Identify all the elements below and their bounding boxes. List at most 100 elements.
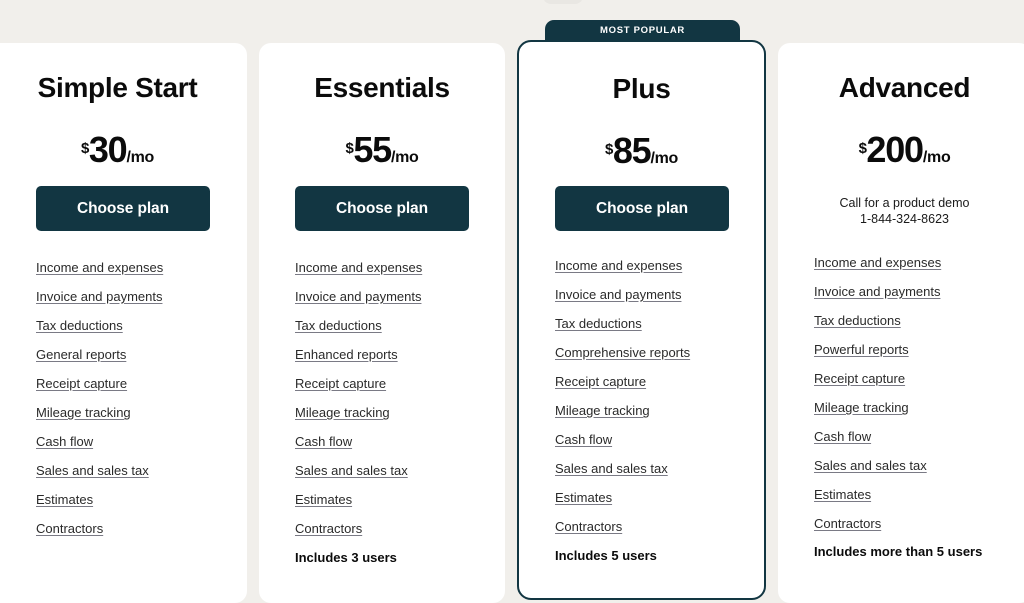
feature-link[interactable]: Invoice and payments	[814, 284, 940, 299]
list-item: Mileage tracking	[555, 403, 690, 432]
demo-phone-number[interactable]: 1-844-324-8623	[778, 211, 1024, 227]
feature-link[interactable]: Estimates	[555, 490, 612, 505]
feature-link[interactable]: Invoice and payments	[36, 289, 162, 304]
feature-link[interactable]: Income and expenses	[814, 255, 941, 270]
choose-plan-button[interactable]: Choose plan	[36, 186, 210, 231]
pricing-card-advanced: Advanced $200/mo Call for a product demo…	[778, 43, 1024, 603]
list-item: Estimates	[36, 492, 163, 521]
list-item: Receipt capture	[555, 374, 690, 403]
feature-link[interactable]: Income and expenses	[295, 260, 422, 275]
included-users-note: Includes 3 users	[295, 550, 397, 565]
feature-link[interactable]: Receipt capture	[814, 371, 905, 386]
list-item: Income and expenses	[555, 258, 690, 287]
feature-link[interactable]: Estimates	[814, 487, 871, 502]
feature-link[interactable]: Contractors	[36, 521, 103, 536]
plan-title: Advanced	[838, 72, 971, 103]
feature-link[interactable]: Tax deductions	[814, 313, 901, 328]
price-amount: 30	[88, 129, 128, 170]
included-users-note: Includes 5 users	[555, 548, 657, 563]
pricing-card-group: Simple Start $30/mo Choose plan Income a…	[0, 0, 1024, 603]
list-item: Invoice and payments	[555, 287, 690, 316]
feature-link[interactable]: Sales and sales tax	[36, 463, 149, 478]
list-item: Sales and sales tax	[814, 458, 941, 487]
list-item: Receipt capture	[295, 376, 422, 405]
plan-price: $30/mo	[0, 129, 247, 171]
feature-link[interactable]: Invoice and payments	[555, 287, 681, 302]
feature-link[interactable]: Cash flow	[36, 434, 93, 449]
choose-plan-button[interactable]: Choose plan	[555, 186, 729, 231]
product-demo-note: Call for a product demo 1-844-324-8623	[778, 195, 1024, 227]
feature-link[interactable]: Comprehensive reports	[555, 345, 690, 360]
feature-link[interactable]: Powerful reports	[814, 342, 909, 357]
pricing-card-essentials: Essentials $55/mo Choose plan Income and…	[259, 43, 505, 603]
list-item: Mileage tracking	[36, 405, 163, 434]
feature-link[interactable]: Invoice and payments	[295, 289, 421, 304]
list-item: Receipt capture	[36, 376, 163, 405]
list-item: Tax deductions	[36, 318, 163, 347]
price-amount: 85	[612, 130, 652, 171]
list-item: Contractors	[814, 516, 941, 545]
most-popular-badge-label: MOST POPULAR	[600, 25, 685, 36]
price-period: /mo	[650, 150, 679, 167]
pricing-card-simple-start: Simple Start $30/mo Choose plan Income a…	[0, 43, 247, 603]
list-item: Cash flow	[36, 434, 163, 463]
feature-list: Income and expenses Invoice and payments…	[814, 255, 941, 545]
feature-link[interactable]: Estimates	[295, 492, 352, 507]
list-item: General reports	[36, 347, 163, 376]
list-item: Mileage tracking	[295, 405, 422, 434]
feature-link[interactable]: Tax deductions	[295, 318, 382, 333]
feature-link[interactable]: General reports	[36, 347, 126, 362]
choose-plan-button[interactable]: Choose plan	[295, 186, 469, 231]
list-item: Income and expenses	[295, 260, 422, 289]
feature-link[interactable]: Mileage tracking	[36, 405, 131, 420]
feature-link[interactable]: Cash flow	[555, 432, 612, 447]
feature-link[interactable]: Tax deductions	[36, 318, 123, 333]
feature-list: Income and expenses Invoice and payments…	[36, 260, 163, 550]
list-item: Enhanced reports	[295, 347, 422, 376]
feature-link[interactable]: Income and expenses	[36, 260, 163, 275]
feature-link[interactable]: Contractors	[555, 519, 622, 534]
list-item: Comprehensive reports	[555, 345, 690, 374]
feature-link[interactable]: Receipt capture	[295, 376, 386, 391]
feature-link[interactable]: Mileage tracking	[555, 403, 650, 418]
plan-title: Simple Start	[37, 72, 198, 103]
feature-link[interactable]: Sales and sales tax	[555, 461, 668, 476]
feature-link[interactable]: Contractors	[814, 516, 881, 531]
list-item: Invoice and payments	[295, 289, 422, 318]
feature-link[interactable]: Income and expenses	[555, 258, 682, 273]
price-currency-symbol: $	[604, 141, 613, 158]
list-item: Contractors	[295, 521, 422, 550]
feature-link[interactable]: Enhanced reports	[295, 347, 398, 362]
list-item: Powerful reports	[814, 342, 941, 371]
feature-link[interactable]: Contractors	[295, 521, 362, 536]
feature-link[interactable]: Sales and sales tax	[814, 458, 927, 473]
feature-link[interactable]: Tax deductions	[555, 316, 642, 331]
plan-price: $200/mo	[778, 129, 1024, 171]
feature-link[interactable]: Receipt capture	[36, 376, 127, 391]
list-item: Tax deductions	[814, 313, 941, 342]
feature-link[interactable]: Mileage tracking	[295, 405, 390, 420]
list-item: Estimates	[814, 487, 941, 516]
feature-link[interactable]: Mileage tracking	[814, 400, 909, 415]
list-item: Sales and sales tax	[295, 463, 422, 492]
feature-link[interactable]: Cash flow	[814, 429, 871, 444]
plan-price: $85/mo	[519, 130, 764, 172]
plan-title: Essentials	[314, 72, 450, 103]
price-period: /mo	[126, 149, 155, 166]
list-item: Cash flow	[814, 429, 941, 458]
included-users-note: Includes more than 5 users	[814, 544, 983, 559]
list-item: Estimates	[555, 490, 690, 519]
plan-price: $55/mo	[259, 129, 505, 171]
list-item: Contractors	[555, 519, 690, 548]
list-item: Sales and sales tax	[36, 463, 163, 492]
feature-link[interactable]: Sales and sales tax	[295, 463, 408, 478]
list-item: Income and expenses	[814, 255, 941, 284]
feature-link[interactable]: Receipt capture	[555, 374, 646, 389]
list-item: Mileage tracking	[814, 400, 941, 429]
plan-title: Plus	[612, 73, 671, 104]
demo-call-line: Call for a product demo	[839, 196, 970, 210]
feature-link[interactable]: Cash flow	[295, 434, 352, 449]
list-item: Cash flow	[295, 434, 422, 463]
feature-link[interactable]: Estimates	[36, 492, 93, 507]
list-item: Invoice and payments	[36, 289, 163, 318]
